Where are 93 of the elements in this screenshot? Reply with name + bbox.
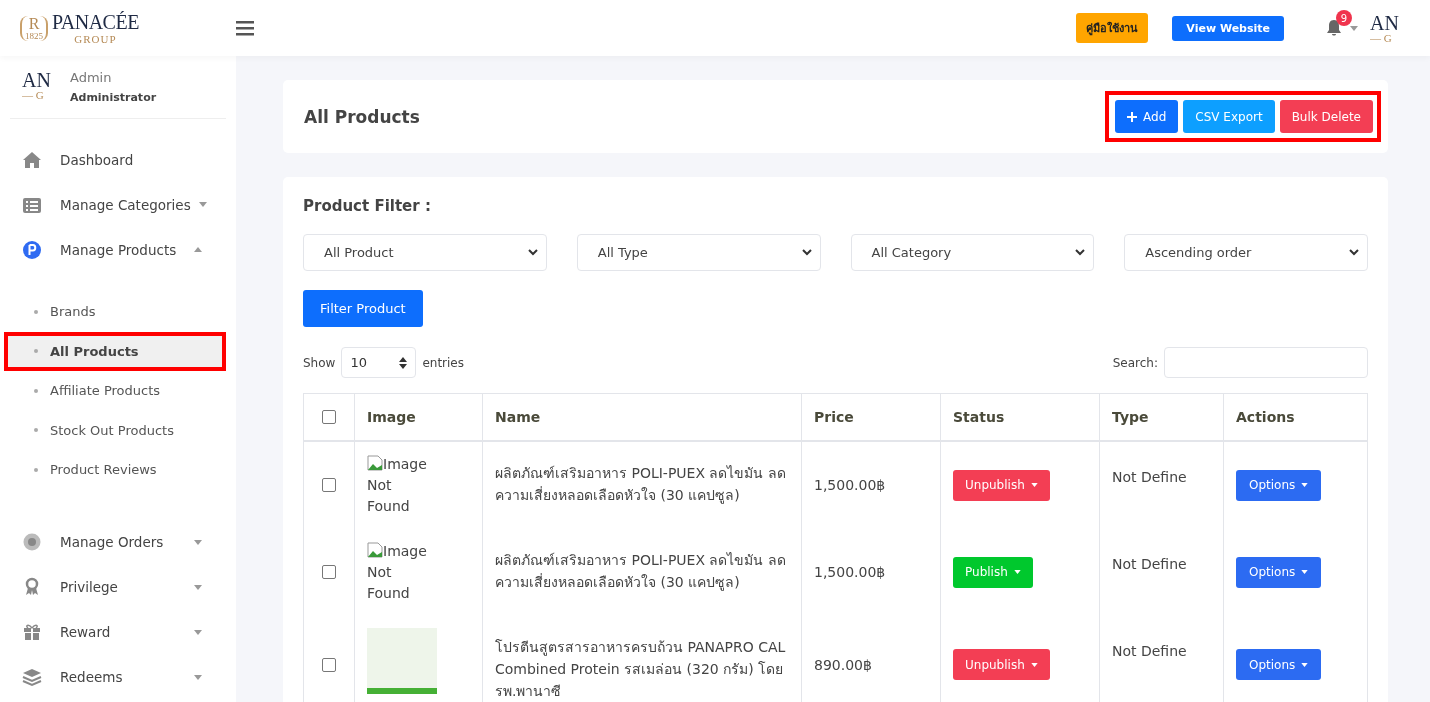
search-label: Search: <box>1112 355 1158 370</box>
logo-letter: R <box>28 15 40 32</box>
logo-text: AN <box>1370 12 1400 33</box>
price: 1,500.00฿ <box>801 440 941 529</box>
sidebar-item[interactable]: Dashboard <box>0 137 236 182</box>
bullet-icon <box>34 349 38 354</box>
caret-icon <box>1350 25 1358 31</box>
logo-text: — G <box>22 90 45 101</box>
layers-icon <box>22 667 42 687</box>
sidebar-subitem[interactable]: Affiliate Products <box>4 371 226 411</box>
caret-icon <box>1301 570 1309 574</box>
logo-year: 1825 <box>25 31 43 41</box>
caret-icon <box>1030 662 1038 667</box>
caret-icon <box>1301 483 1309 487</box>
sidebar-subitem[interactable]: Brands <box>4 292 226 332</box>
product-name: ผลิตภัณฑ์เสริมอาหาร POLI-PUEX ลดไขมัน ลดความเสี่ยงหลอดเลือดหัวใจ (30 แคปซูล) <box>482 440 802 529</box>
broken-image-icon <box>367 541 383 558</box>
product-type: Not Define <box>1099 528 1224 616</box>
sidebar-subitem[interactable]: Stock Out Products <box>4 410 226 450</box>
row-checkbox[interactable] <box>322 565 336 579</box>
caret-icon <box>1013 570 1021 574</box>
column-header: Status <box>940 393 1100 441</box>
column-header: Actions <box>1223 393 1368 441</box>
sidebar-subitem[interactable]: All Products <box>4 331 226 371</box>
sidebar-item[interactable]: Privilege <box>0 564 236 610</box>
sidebar-item[interactable]: Manage Products <box>0 227 236 272</box>
column-header: Type <box>1099 393 1224 441</box>
logo-text: — G <box>1370 32 1393 44</box>
chevron-down-icon <box>527 249 538 256</box>
add-button[interactable]: Add <box>1115 100 1179 133</box>
bullet-icon <box>34 388 38 393</box>
sidebar-item[interactable]: Manage Orders <box>0 519 236 565</box>
sidebar-item[interactable]: Redeems <box>0 654 236 700</box>
show-label: Show <box>303 355 336 370</box>
caret-icon <box>1030 483 1038 487</box>
search-field[interactable] <box>1164 347 1368 378</box>
entries-label: entries <box>422 355 464 370</box>
bell-icon[interactable] <box>1326 19 1342 37</box>
user-name: Admin <box>70 70 113 85</box>
chevron-down-icon <box>1349 249 1359 256</box>
product-name: โปรตีนสูตรสารอาหารครบถ้วน PANAPRO CAL Combined Protein รสเมล่อน (320 กรัม) โดย รพ.พานาซี <box>482 615 802 702</box>
notification-badge: 9 <box>1336 10 1352 26</box>
filter-label: Product Filter : <box>303 197 432 215</box>
entries-select[interactable]: 10 <box>341 347 417 378</box>
bullet-icon <box>34 309 38 314</box>
chevron-down-icon <box>1075 249 1086 256</box>
product-type: Not Define <box>1099 440 1224 529</box>
home-icon <box>22 149 42 170</box>
page-title: All Products <box>304 106 420 127</box>
logo-text: AN <box>22 70 52 90</box>
price: 890.00฿ <box>801 615 941 702</box>
menu-icon[interactable] <box>236 20 254 36</box>
options-button[interactable]: Options <box>1236 556 1322 588</box>
status-dropdown-button[interactable]: Unpublish <box>953 649 1050 680</box>
plus-icon <box>1127 111 1138 122</box>
bullet-icon <box>34 467 38 472</box>
bulk-delete-button[interactable]: Bulk Delete <box>1279 100 1373 133</box>
sunburst-icon <box>22 532 42 552</box>
dropdown[interactable]: All Product <box>303 234 547 271</box>
options-button[interactable]: Options <box>1236 649 1322 680</box>
broken-image-text: Image Not Found <box>367 453 428 516</box>
row-checkbox[interactable] <box>322 478 336 492</box>
manual-button[interactable]: คู่มือใช้งาน <box>1076 13 1149 43</box>
view-website-button[interactable]: View Website <box>1172 15 1284 41</box>
product-type: Not Define <box>1099 615 1224 702</box>
price: 1,500.00฿ <box>801 528 941 616</box>
letter-p-icon <box>22 239 42 260</box>
sidebar-item[interactable]: Reward <box>0 609 236 655</box>
chevron-down-icon <box>801 249 812 256</box>
column-header: Price <box>801 393 941 441</box>
photo-placeholder <box>367 627 437 694</box>
caret-icon <box>1301 662 1309 667</box>
filter-button[interactable]: Filter Product <box>303 290 423 327</box>
dropdown[interactable]: All Type <box>576 234 821 271</box>
bullet-icon <box>34 428 38 433</box>
sidebar-subitem[interactable]: Product Reviews <box>4 450 226 490</box>
user-role: Administrator <box>70 91 157 104</box>
broken-image-text: Image Not Found <box>367 540 428 603</box>
dropdown[interactable]: Ascending order <box>1124 234 1368 271</box>
status-dropdown-button[interactable]: Unpublish <box>953 469 1050 501</box>
logo-title: PANACÉE <box>52 11 139 33</box>
row-checkbox[interactable] <box>322 657 336 672</box>
options-button[interactable]: Options <box>1236 469 1322 501</box>
broken-image-icon <box>367 454 383 471</box>
sidebar-item[interactable]: Manage Categories <box>0 182 236 227</box>
gift-icon <box>22 622 42 642</box>
logo-subtitle: GROUP <box>74 32 117 45</box>
column-header: Name <box>482 393 802 441</box>
column-header: Image <box>354 393 483 441</box>
product-name: ผลิตภัณฑ์เสริมอาหาร POLI-PUEX ลดไขมัน ลดความเสี่ยงหลอดเลือดหัวใจ (30 แคปซูล) <box>482 528 802 616</box>
select-all-checkbox[interactable] <box>322 409 336 424</box>
dropdown[interactable]: All Category <box>850 234 1095 271</box>
sort-arrows-icon <box>399 356 408 369</box>
